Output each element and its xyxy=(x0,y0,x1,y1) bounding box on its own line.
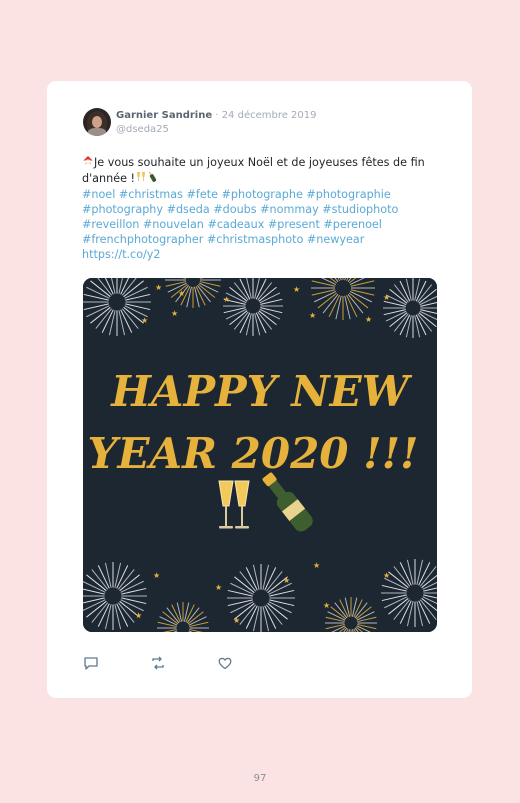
sparkle-star: ★ xyxy=(365,315,372,324)
date-separator: · xyxy=(215,110,219,121)
image-text-line2: YEAR 2020 !!! xyxy=(88,429,419,478)
author-handle[interactable]: @dseda25 xyxy=(116,124,169,135)
reply-icon[interactable] xyxy=(83,655,99,671)
sparkle-star: ★ xyxy=(223,295,230,304)
author-name[interactable]: Garnier Sandrine xyxy=(116,110,212,121)
sparkle-star: ★ xyxy=(153,571,160,580)
tweet-date[interactable]: 24 décembre 2019 xyxy=(222,110,317,121)
sparkle-star: ★ xyxy=(141,316,148,325)
tweet-hashtags[interactable]: #noel #christmas #fete #photographe #pho… xyxy=(82,188,398,246)
tweet-link[interactable]: https://t.co/y2 xyxy=(82,248,161,261)
champagne-emoji xyxy=(147,171,159,187)
new-year-illustration: ★ ★ ★ ★ ★ ★ ★ ★ ★ ★ ★ ★ ★ ★ ★ ★ ★ HAPPY NEW YEAR 2020 !!… xyxy=(83,278,437,632)
sparkle-star: ★ xyxy=(383,571,390,580)
tweet-text: Je vous souhaite un joyeux Noël et de jo… xyxy=(82,155,434,262)
sparkle-star: ★ xyxy=(215,583,222,592)
tweet-author-line: Garnier Sandrine · 24 décembre 2019 xyxy=(116,110,317,121)
sparkle-star: ★ xyxy=(383,293,390,302)
retweet-icon[interactable] xyxy=(150,655,166,671)
sparkle-star: ★ xyxy=(283,576,290,585)
santa-emoji xyxy=(82,155,94,171)
sparkle-star: ★ xyxy=(178,289,185,298)
image-text-line1: HAPPY NEW xyxy=(110,367,412,416)
tweet-image[interactable]: ★ ★ ★ ★ ★ ★ ★ ★ ★ ★ ★ ★ ★ ★ ★ ★ ★ HAPPY NEW YEAR 2020 !!… xyxy=(83,278,437,632)
sparkle-star: ★ xyxy=(323,601,330,610)
tweet-message: Je vous souhaite un joyeux Noël et de jo… xyxy=(82,156,425,185)
tweet-actions xyxy=(83,655,243,671)
sparkle-star: ★ xyxy=(293,285,300,294)
sparkle-star: ★ xyxy=(171,309,178,318)
sparkle-star: ★ xyxy=(233,616,240,625)
sparkle-star: ★ xyxy=(309,311,316,320)
page-number: 97 xyxy=(253,773,267,784)
heart-icon[interactable] xyxy=(217,655,233,671)
clinking-glasses-emoji xyxy=(135,171,147,187)
sparkle-star: ★ xyxy=(313,561,320,570)
sparkle-star: ★ xyxy=(155,283,162,292)
avatar[interactable] xyxy=(83,108,111,136)
sparkle-star: ★ xyxy=(135,611,142,620)
tweet-card: Garnier Sandrine · 24 décembre 2019 @dse… xyxy=(47,81,472,698)
